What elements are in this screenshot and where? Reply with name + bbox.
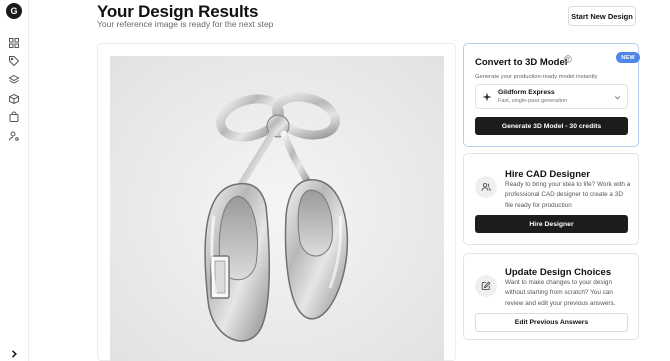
help-icon[interactable] xyxy=(564,55,572,63)
model-select[interactable]: Gildform Express Fast, single-pass gener… xyxy=(475,84,628,109)
grid-icon[interactable] xyxy=(8,37,20,49)
sidebar: G xyxy=(0,0,29,361)
chevron-down-icon xyxy=(614,96,621,100)
update-design-body: Want to make changes to your design with… xyxy=(505,279,616,307)
hire-designer-button[interactable]: Hire Designer xyxy=(475,215,628,233)
sparkle-icon xyxy=(482,92,492,102)
preview-panel xyxy=(97,43,456,361)
hire-cad-body: Ready to bring your idea to life? Work w… xyxy=(505,181,631,209)
users-icon xyxy=(475,176,497,198)
convert-3d-card: NEW Convert to 3D Model Generate your pr… xyxy=(463,43,640,147)
page-subtitle: Your reference image is ready for the ne… xyxy=(97,19,274,29)
convert-3d-description: Generate your production-ready model ins… xyxy=(475,74,598,80)
tag-icon[interactable] xyxy=(8,55,20,67)
generate-3d-model-button[interactable]: Generate 3D Model - 30 credits xyxy=(475,117,628,135)
edit-previous-answers-button[interactable]: Edit Previous Answers xyxy=(475,313,628,332)
box-icon[interactable] xyxy=(8,93,20,105)
ballet-shoes-pendant-illustration xyxy=(110,56,444,361)
update-design-title: Update Design Choices xyxy=(505,267,612,278)
design-preview-image xyxy=(110,56,444,361)
edit-icon xyxy=(475,275,497,297)
user-settings-icon[interactable] xyxy=(8,130,20,142)
start-new-design-button[interactable]: Start New Design xyxy=(568,6,636,26)
chevron-right-icon[interactable] xyxy=(9,346,19,358)
hire-cad-card: Hire CAD Designer Ready to bring your id… xyxy=(463,153,639,245)
logo[interactable]: G xyxy=(6,3,22,19)
model-name: Gildform Express xyxy=(498,89,555,96)
logo-letter: G xyxy=(10,6,18,16)
bag-icon[interactable] xyxy=(8,111,20,123)
model-subtitle: Fast, single-pass generation xyxy=(498,98,568,104)
update-design-card: Update Design Choices Want to make chang… xyxy=(463,253,639,340)
layers-icon[interactable] xyxy=(8,74,20,86)
new-badge: NEW xyxy=(616,52,640,63)
convert-3d-title: Convert to 3D Model xyxy=(475,57,568,68)
hire-cad-title: Hire CAD Designer xyxy=(505,169,590,180)
